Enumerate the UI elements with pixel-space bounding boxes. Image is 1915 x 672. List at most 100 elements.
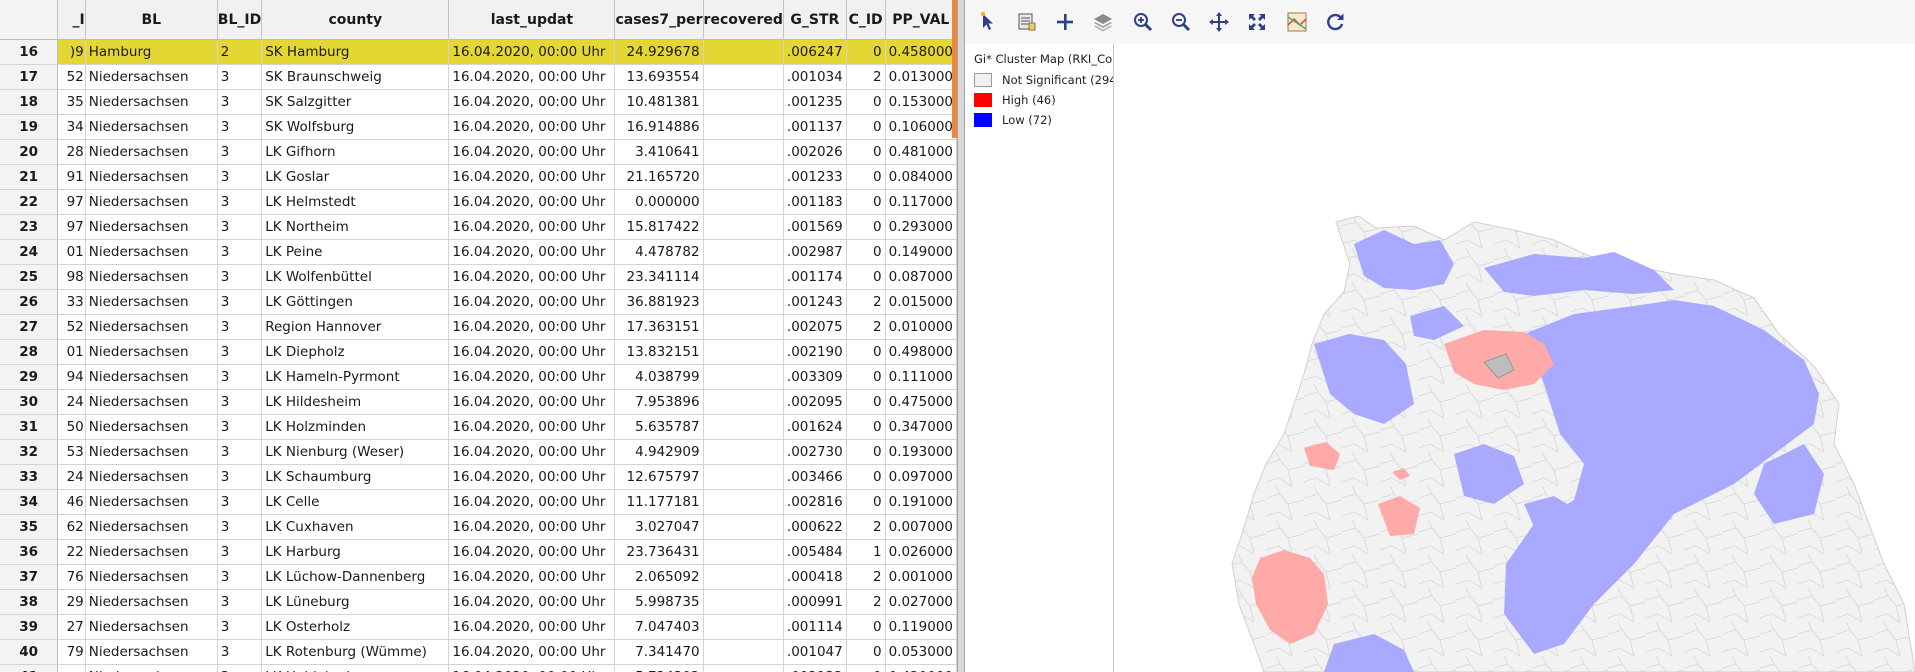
cell-pp-val[interactable]: 0.420000 (885, 664, 957, 672)
row-number[interactable]: 39 (0, 614, 59, 640)
cell-last-update[interactable]: 16.04.2020, 00:00 Uhr (448, 539, 616, 565)
cell-c0[interactable]: 27 (57, 614, 86, 640)
cell-cases7[interactable]: 13.693554 (614, 64, 704, 90)
cell-pp-val[interactable]: 0.027000 (885, 589, 957, 615)
table-row[interactable]: 30 24 Niedersachsen 3 LK Hildesheim 16.04.202… (0, 389, 957, 415)
column-header-county[interactable]: county (261, 0, 450, 40)
cell-c0[interactable]: 79 (57, 639, 86, 665)
table-row[interactable]: 20 28 Niedersachsen 3 LK Gifhorn 16.04.2020, … (0, 139, 957, 165)
table-row[interactable]: 25 98 Niedersachsen 3 LK Wolfenbüttel 16.04.2… (0, 264, 957, 290)
cell-c0[interactable]: 62 (57, 514, 86, 540)
row-number[interactable]: 36 (0, 539, 59, 565)
row-number[interactable]: 38 (0, 589, 59, 615)
cell-c-id[interactable]: 0 (846, 639, 886, 665)
cell-recovered[interactable] (703, 514, 784, 540)
cell-cases7[interactable]: 7.341470 (614, 639, 704, 665)
cell-recovered[interactable] (703, 139, 784, 165)
cell-c-id[interactable]: 0 (846, 464, 886, 490)
cell-g-str[interactable]: .001137 (783, 114, 847, 140)
row-number[interactable]: 37 (0, 564, 59, 590)
cell-recovered[interactable] (703, 164, 784, 190)
cell-c-id[interactable]: 2 (846, 564, 886, 590)
cell-bl[interactable]: Niedersachsen (85, 564, 218, 590)
cell-recovered[interactable] (703, 239, 784, 265)
row-number[interactable]: 35 (0, 514, 59, 540)
cell-recovered[interactable] (703, 639, 784, 665)
cell-bl-id[interactable]: 3 (217, 414, 263, 440)
column-header-g-str[interactable]: G_STR (783, 0, 847, 40)
row-number[interactable]: 26 (0, 289, 59, 315)
basemap-button[interactable] (1283, 8, 1311, 36)
legend-item-not-significant[interactable]: Not Significant (294 (974, 71, 1113, 89)
cell-recovered[interactable] (703, 414, 784, 440)
cell-bl[interactable]: Niedersachsen (85, 289, 218, 315)
row-number[interactable]: 25 (0, 264, 59, 290)
table-row[interactable]: 29 94 Niedersachsen 3 LK Hameln-Pyrmont 16.04… (0, 364, 957, 390)
row-number[interactable]: 23 (0, 214, 59, 240)
full-extent-button[interactable] (1243, 8, 1271, 36)
cell-g-str[interactable]: .002026 (783, 139, 847, 165)
cell-last-update[interactable]: 16.04.2020, 00:00 Uhr (448, 414, 616, 440)
cell-cases7[interactable]: 3.027047 (614, 514, 704, 540)
cell-bl[interactable]: Niedersachsen (85, 439, 218, 465)
cell-g-str[interactable]: .002190 (783, 339, 847, 365)
cell-county[interactable]: LK Lüneburg (261, 589, 450, 615)
cell-c-id[interactable]: 0 (846, 364, 886, 390)
row-number[interactable]: 32 (0, 439, 59, 465)
cell-c0[interactable]: 46 (57, 489, 86, 515)
cell-last-update[interactable]: 16.04.2020, 00:00 Uhr (448, 339, 616, 365)
cell-pp-val[interactable]: 0.015000 (885, 289, 957, 315)
row-number[interactable]: 41 (0, 664, 59, 672)
cell-g-str[interactable]: .002987 (783, 239, 847, 265)
cell-c-id[interactable]: 0 (846, 389, 886, 415)
cell-pp-val[interactable]: 0.001000 (885, 564, 957, 590)
cell-c0[interactable]: 01 (57, 339, 86, 365)
column-header-c0[interactable]: _I (57, 0, 86, 40)
cell-bl[interactable]: Niedersachsen (85, 414, 218, 440)
cell-recovered[interactable] (703, 339, 784, 365)
cell-cases7[interactable]: 36.881923 (614, 289, 704, 315)
table-row[interactable]: 26 33 Niedersachsen 3 LK Göttingen 16.04.2020… (0, 289, 957, 315)
cell-recovered[interactable] (703, 589, 784, 615)
cell-cases7[interactable]: 5.724302 (614, 664, 704, 672)
table-row[interactable]: 34 46 Niedersachsen 3 LK Celle 16.04.2020, 00… (0, 489, 957, 515)
cell-c0[interactable]: 24 (57, 464, 86, 490)
row-header-corner[interactable] (0, 0, 59, 40)
table-row[interactable]: 40 79 Niedersachsen 3 LK Rotenburg (Wümme) 16… (0, 639, 957, 665)
cell-pp-val[interactable]: 0.117000 (885, 189, 957, 215)
row-number[interactable]: 30 (0, 389, 59, 415)
cell-c-id[interactable]: 2 (846, 64, 886, 90)
cell-cases7[interactable]: 24.929678 (614, 39, 704, 65)
cell-c-id[interactable]: 0 (846, 39, 886, 65)
cell-county[interactable]: LK Goslar (261, 164, 450, 190)
row-number[interactable]: 21 (0, 164, 59, 190)
cell-last-update[interactable]: 16.04.2020, 00:00 Uhr (448, 489, 616, 515)
cell-bl-id[interactable]: 3 (217, 164, 263, 190)
add-layer-button[interactable] (1051, 8, 1079, 36)
cell-bl-id[interactable]: 3 (217, 564, 263, 590)
table-row[interactable]: 41 Niedersachsen3LK Heidekreis16.04.2020,… (0, 664, 957, 672)
row-number[interactable]: 20 (0, 139, 59, 165)
cell-g-str[interactable]: .003466 (783, 464, 847, 490)
cell-g-str[interactable]: .001114 (783, 614, 847, 640)
cell-bl-id[interactable]: 3 (217, 389, 263, 415)
cell-bl-id[interactable]: 3 (217, 64, 263, 90)
cell-county[interactable]: LK Hildesheim (261, 389, 450, 415)
table-row[interactable]: 33 24 Niedersachsen 3 LK Schaumburg 16.04.202… (0, 464, 957, 490)
cell-pp-val[interactable]: 0.010000 (885, 314, 957, 340)
cell-c0[interactable]: 35 (57, 89, 86, 115)
cell-g-str[interactable]: .002132 (783, 664, 847, 672)
row-number[interactable]: 19 (0, 114, 59, 140)
cell-recovered[interactable] (703, 64, 784, 90)
cell-pp-val[interactable]: 0.087000 (885, 264, 957, 290)
cell-bl[interactable]: Niedersachsen (85, 64, 218, 90)
cell-bl-id[interactable]: 3 (217, 289, 263, 315)
cell-cases7[interactable]: 23.736431 (614, 539, 704, 565)
cell-pp-val[interactable]: 0.293000 (885, 214, 957, 240)
column-header-recovered[interactable]: recovered (703, 0, 784, 40)
cell-g-str[interactable]: .001047 (783, 639, 847, 665)
cell-g-str[interactable]: .003309 (783, 364, 847, 390)
cell-bl-id[interactable]: 3 (217, 664, 263, 672)
cell-c-id[interactable]: 0 (846, 414, 886, 440)
cell-bl-id[interactable]: 3 (217, 139, 263, 165)
